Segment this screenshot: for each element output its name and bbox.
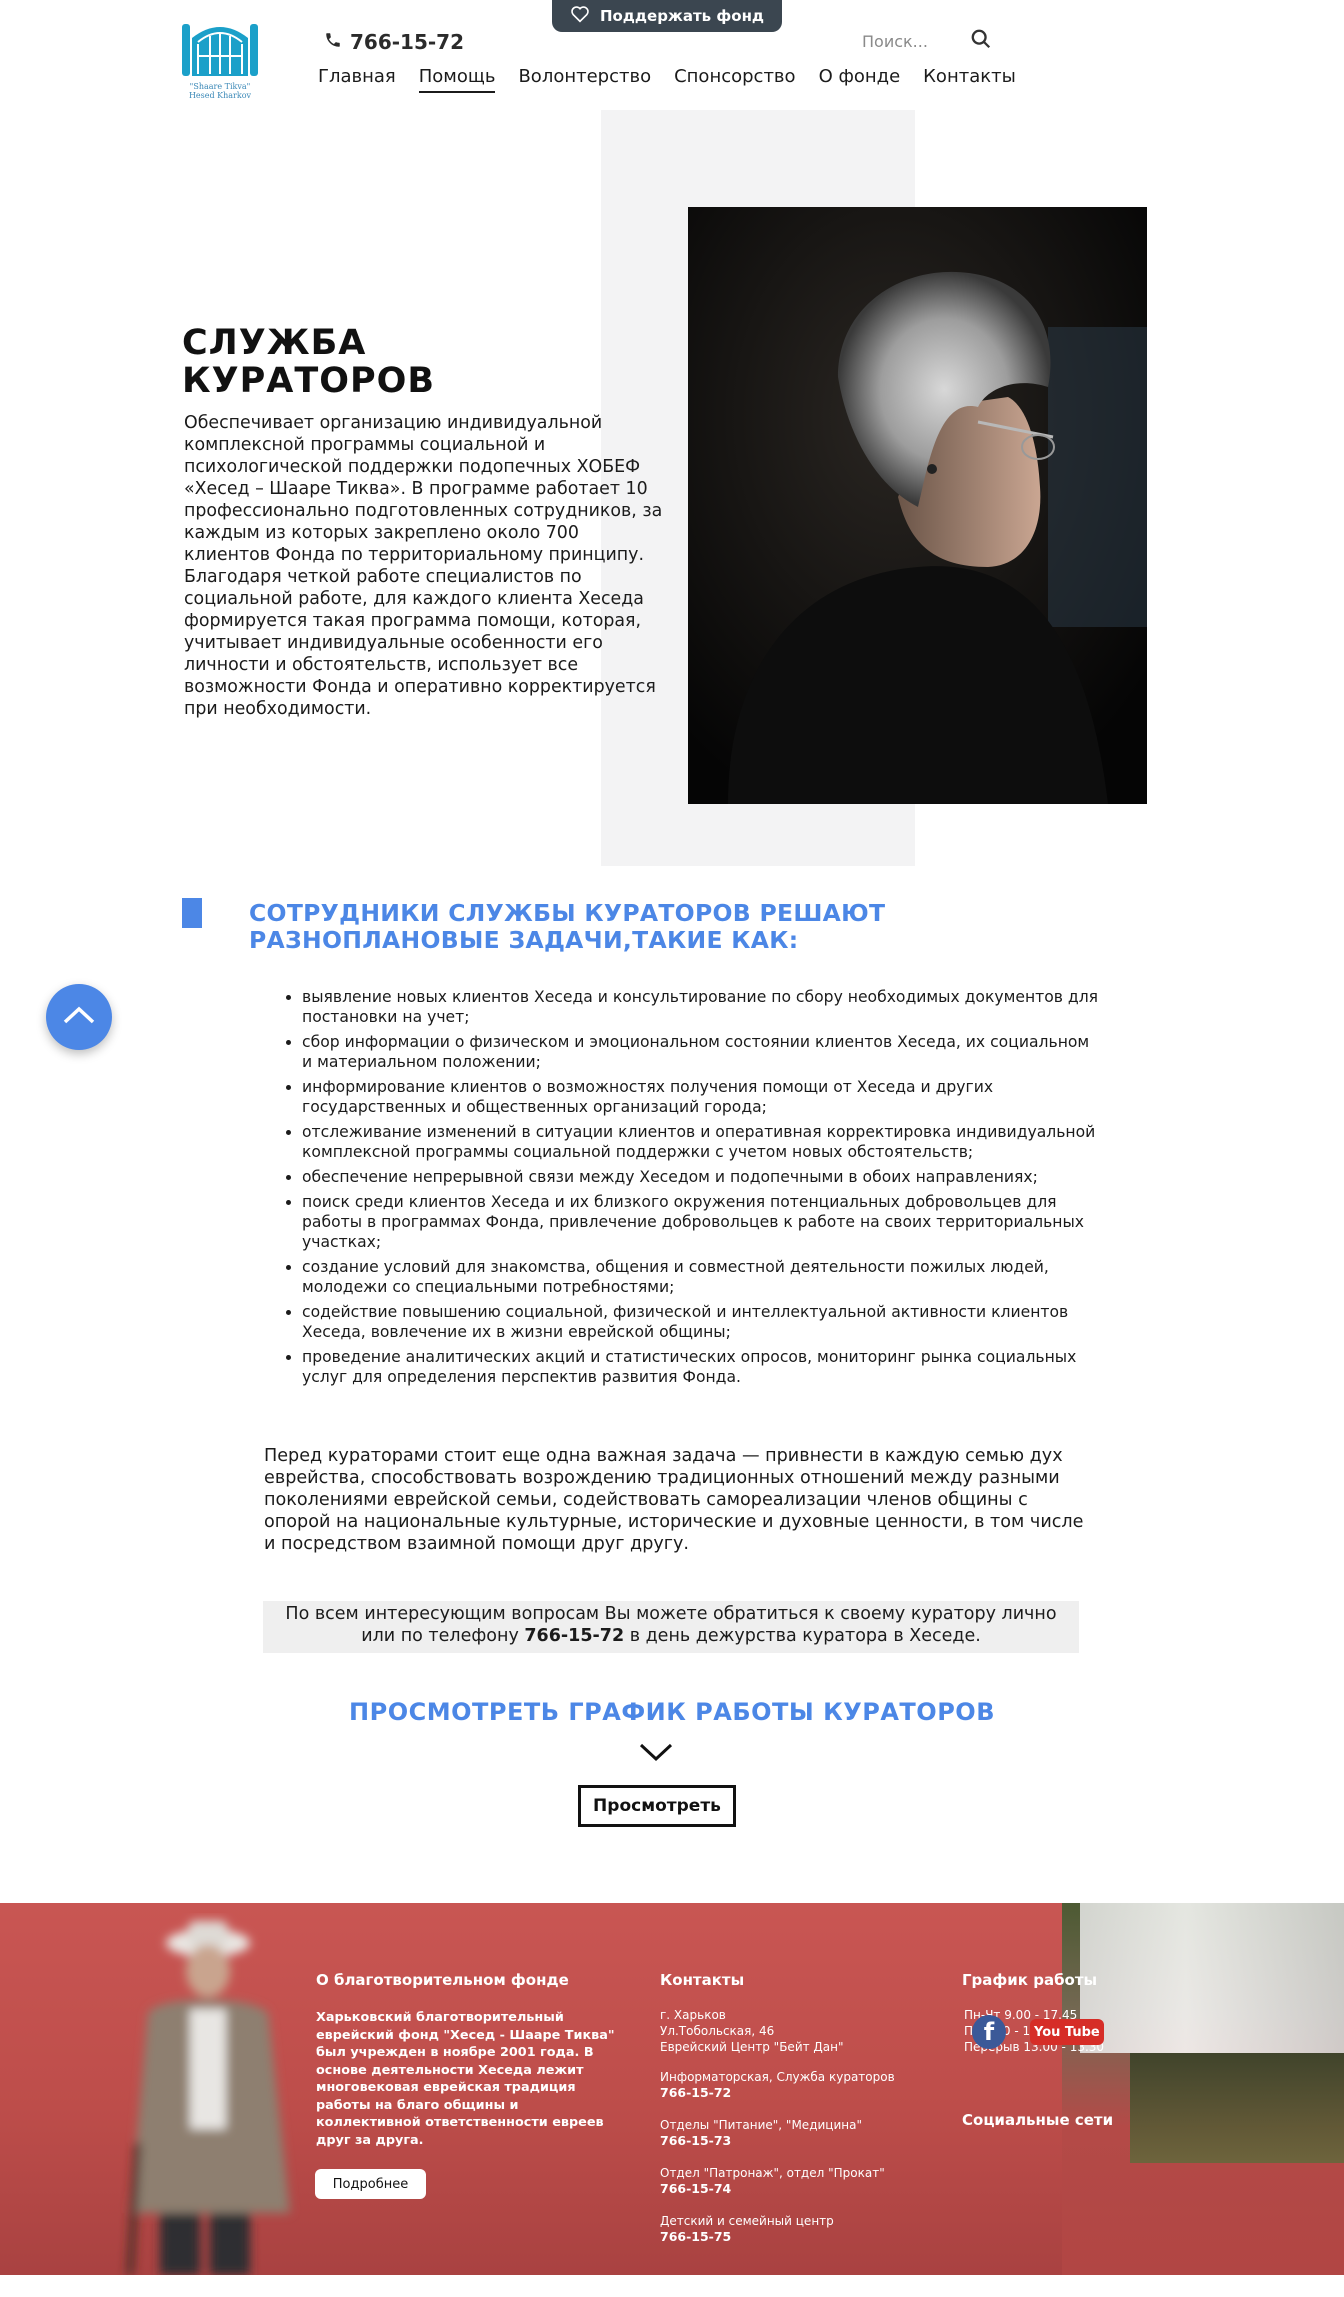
header-phone[interactable]: 766-15-72 — [324, 30, 464, 54]
page-title-line-1: СЛУЖБА — [182, 323, 367, 363]
site-footer: О благотворительном фонде Харьковский бл… — [0, 1903, 1344, 2275]
department-name: Отделы "Питание", "Медицина" — [660, 2118, 862, 2132]
department-phone[interactable]: 766-15-73 — [660, 2133, 862, 2149]
footer-schedule-heading: График работы — [962, 1971, 1098, 1989]
support-fund-button[interactable]: Поддержать фонд — [552, 0, 782, 32]
department-phone[interactable]: 766-15-75 — [660, 2229, 834, 2245]
nav-item-contacts[interactable]: Контакты — [923, 66, 1016, 87]
contact-phone[interactable]: 766-15-72 — [524, 1626, 624, 1646]
chevron-up-icon — [62, 1005, 96, 1029]
youtube-icon[interactable]: You Tube — [1030, 2019, 1104, 2045]
nav-item-home[interactable]: Главная — [318, 66, 396, 87]
facebook-icon[interactable]: f — [972, 2015, 1006, 2049]
tasks-list: выявление новых клиентов Хеседа и консул… — [282, 987, 1102, 1392]
main-nav: Главная Помощь Волонтерство Спонсорство … — [318, 66, 1016, 93]
tasks-heading: СОТРУДНИКИ СЛУЖБЫ КУРАТОРОВ РЕШАЮТ РАЗНО… — [249, 900, 885, 954]
department-phone[interactable]: 766-15-74 — [660, 2181, 885, 2197]
schedule-heading: ПРОСМОТРЕТЬ ГРАФИК РАБОТЫ КУРАТОРОВ — [349, 1698, 995, 1726]
contact-line-1: По всем интересующим вопросам Вы можете … — [285, 1604, 1057, 1624]
address-center: Еврейский Центр "Бейт Дан" — [660, 2040, 844, 2054]
department-food-medicine: Отделы "Питание", "Медицина" 766-15-73 — [660, 2117, 862, 2149]
footer-background-plants — [1130, 2053, 1344, 2163]
list-item: проведение аналитических акций и статист… — [302, 1347, 1102, 1387]
footer-address: г. Харьков Ул.Тобольская, 46 Еврейский Ц… — [660, 2007, 844, 2055]
department-name: Информаторская, Служба кураторов — [660, 2070, 895, 2084]
address-street: Ул.Тобольская, 46 — [660, 2024, 775, 2038]
hero-intro-text: Обеспечивает организацию индивидуальной … — [184, 413, 663, 719]
more-info-button[interactable]: Подробнее — [315, 2169, 426, 2199]
list-item: выявление новых клиентов Хеседа и консул… — [302, 987, 1102, 1027]
scroll-to-top-button[interactable] — [46, 984, 112, 1050]
search-icon[interactable] — [970, 28, 992, 54]
nav-item-about[interactable]: О фонде — [819, 66, 901, 87]
phone-icon — [324, 30, 342, 54]
phone-number: 766-15-72 — [350, 30, 465, 54]
search-box — [862, 26, 992, 56]
support-button-label: Поддержать фонд — [599, 7, 765, 25]
footer-background-window — [1080, 1903, 1344, 2053]
chevron-down-icon — [638, 1741, 674, 1763]
section-marker — [182, 898, 202, 928]
additional-task-text: Перед кураторами стоит еще одна важная з… — [264, 1446, 1084, 1554]
footer-social-heading: Социальные сети — [962, 2111, 1114, 2129]
footer-about-heading: О благотворительном фонде — [316, 1971, 569, 1989]
contact-line-2-start: или по телефону — [361, 1626, 525, 1646]
list-item: содействие повышению социальной, физичес… — [302, 1302, 1102, 1342]
department-family-center: Детский и семейный центр 766-15-75 — [660, 2213, 834, 2245]
department-phone[interactable]: 766-15-72 — [660, 2085, 895, 2101]
footer-bottom-strip — [0, 2275, 1344, 2297]
contact-line-2: или по телефону 766-15-72 в день дежурст… — [263, 1625, 1079, 1647]
tasks-heading-line-2: РАЗНОПЛАНОВЫЕ ЗАДАЧИ,ТАКИЕ КАК: — [249, 926, 799, 954]
search-input[interactable] — [862, 31, 962, 51]
contact-info-box: По всем интересующим вопросам Вы можете … — [263, 1601, 1079, 1653]
nav-item-volunteering[interactable]: Волонтерство — [518, 66, 651, 87]
footer-contacts-heading: Контакты — [660, 1971, 745, 1989]
tasks-heading-line-1: СОТРУДНИКИ СЛУЖБЫ КУРАТОРОВ РЕШАЮТ — [249, 899, 886, 927]
nav-item-help[interactable]: Помощь — [418, 66, 495, 93]
department-name: Детский и семейный центр — [660, 2214, 834, 2228]
address-city: г. Харьков — [660, 2008, 726, 2022]
contact-line-2-end: в день дежурства куратора в Хеседе. — [624, 1626, 981, 1646]
list-item: сбор информации о физическом и эмоционал… — [302, 1032, 1102, 1072]
elderly-woman-photo — [688, 207, 1147, 804]
list-item: отслеживание изменений в ситуации клиент… — [302, 1122, 1102, 1162]
list-item: поиск среди клиентов Хеседа и их близког… — [302, 1192, 1102, 1252]
elderly-man-photo — [90, 1913, 310, 2275]
list-item: создание условий для знакомства, общения… — [302, 1257, 1102, 1297]
nav-item-sponsorship[interactable]: Спонсорство — [674, 66, 795, 87]
page-title: СЛУЖБА КУРАТОРОВ — [182, 324, 435, 400]
department-info-curators: Информаторская, Служба кураторов 766-15-… — [660, 2069, 895, 2101]
department-name: Отдел "Патронаж", отдел "Прокат" — [660, 2166, 885, 2180]
footer-about-text: Харьковский благотворительный еврейский … — [316, 2010, 615, 2148]
heart-icon — [570, 5, 590, 27]
view-schedule-button[interactable]: Просмотреть — [578, 1785, 736, 1827]
department-patronage-rental: Отдел "Патронаж", отдел "Прокат" 766-15-… — [660, 2165, 885, 2197]
list-item: обеспечение непрерывной связи между Хесе… — [302, 1167, 1102, 1187]
list-item: информирование клиентов о возможностях п… — [302, 1077, 1102, 1117]
page-title-line-2: КУРАТОРОВ — [182, 361, 436, 401]
logo-caption: "Shaare Tikva" Hesed Kharkov — [188, 82, 252, 100]
